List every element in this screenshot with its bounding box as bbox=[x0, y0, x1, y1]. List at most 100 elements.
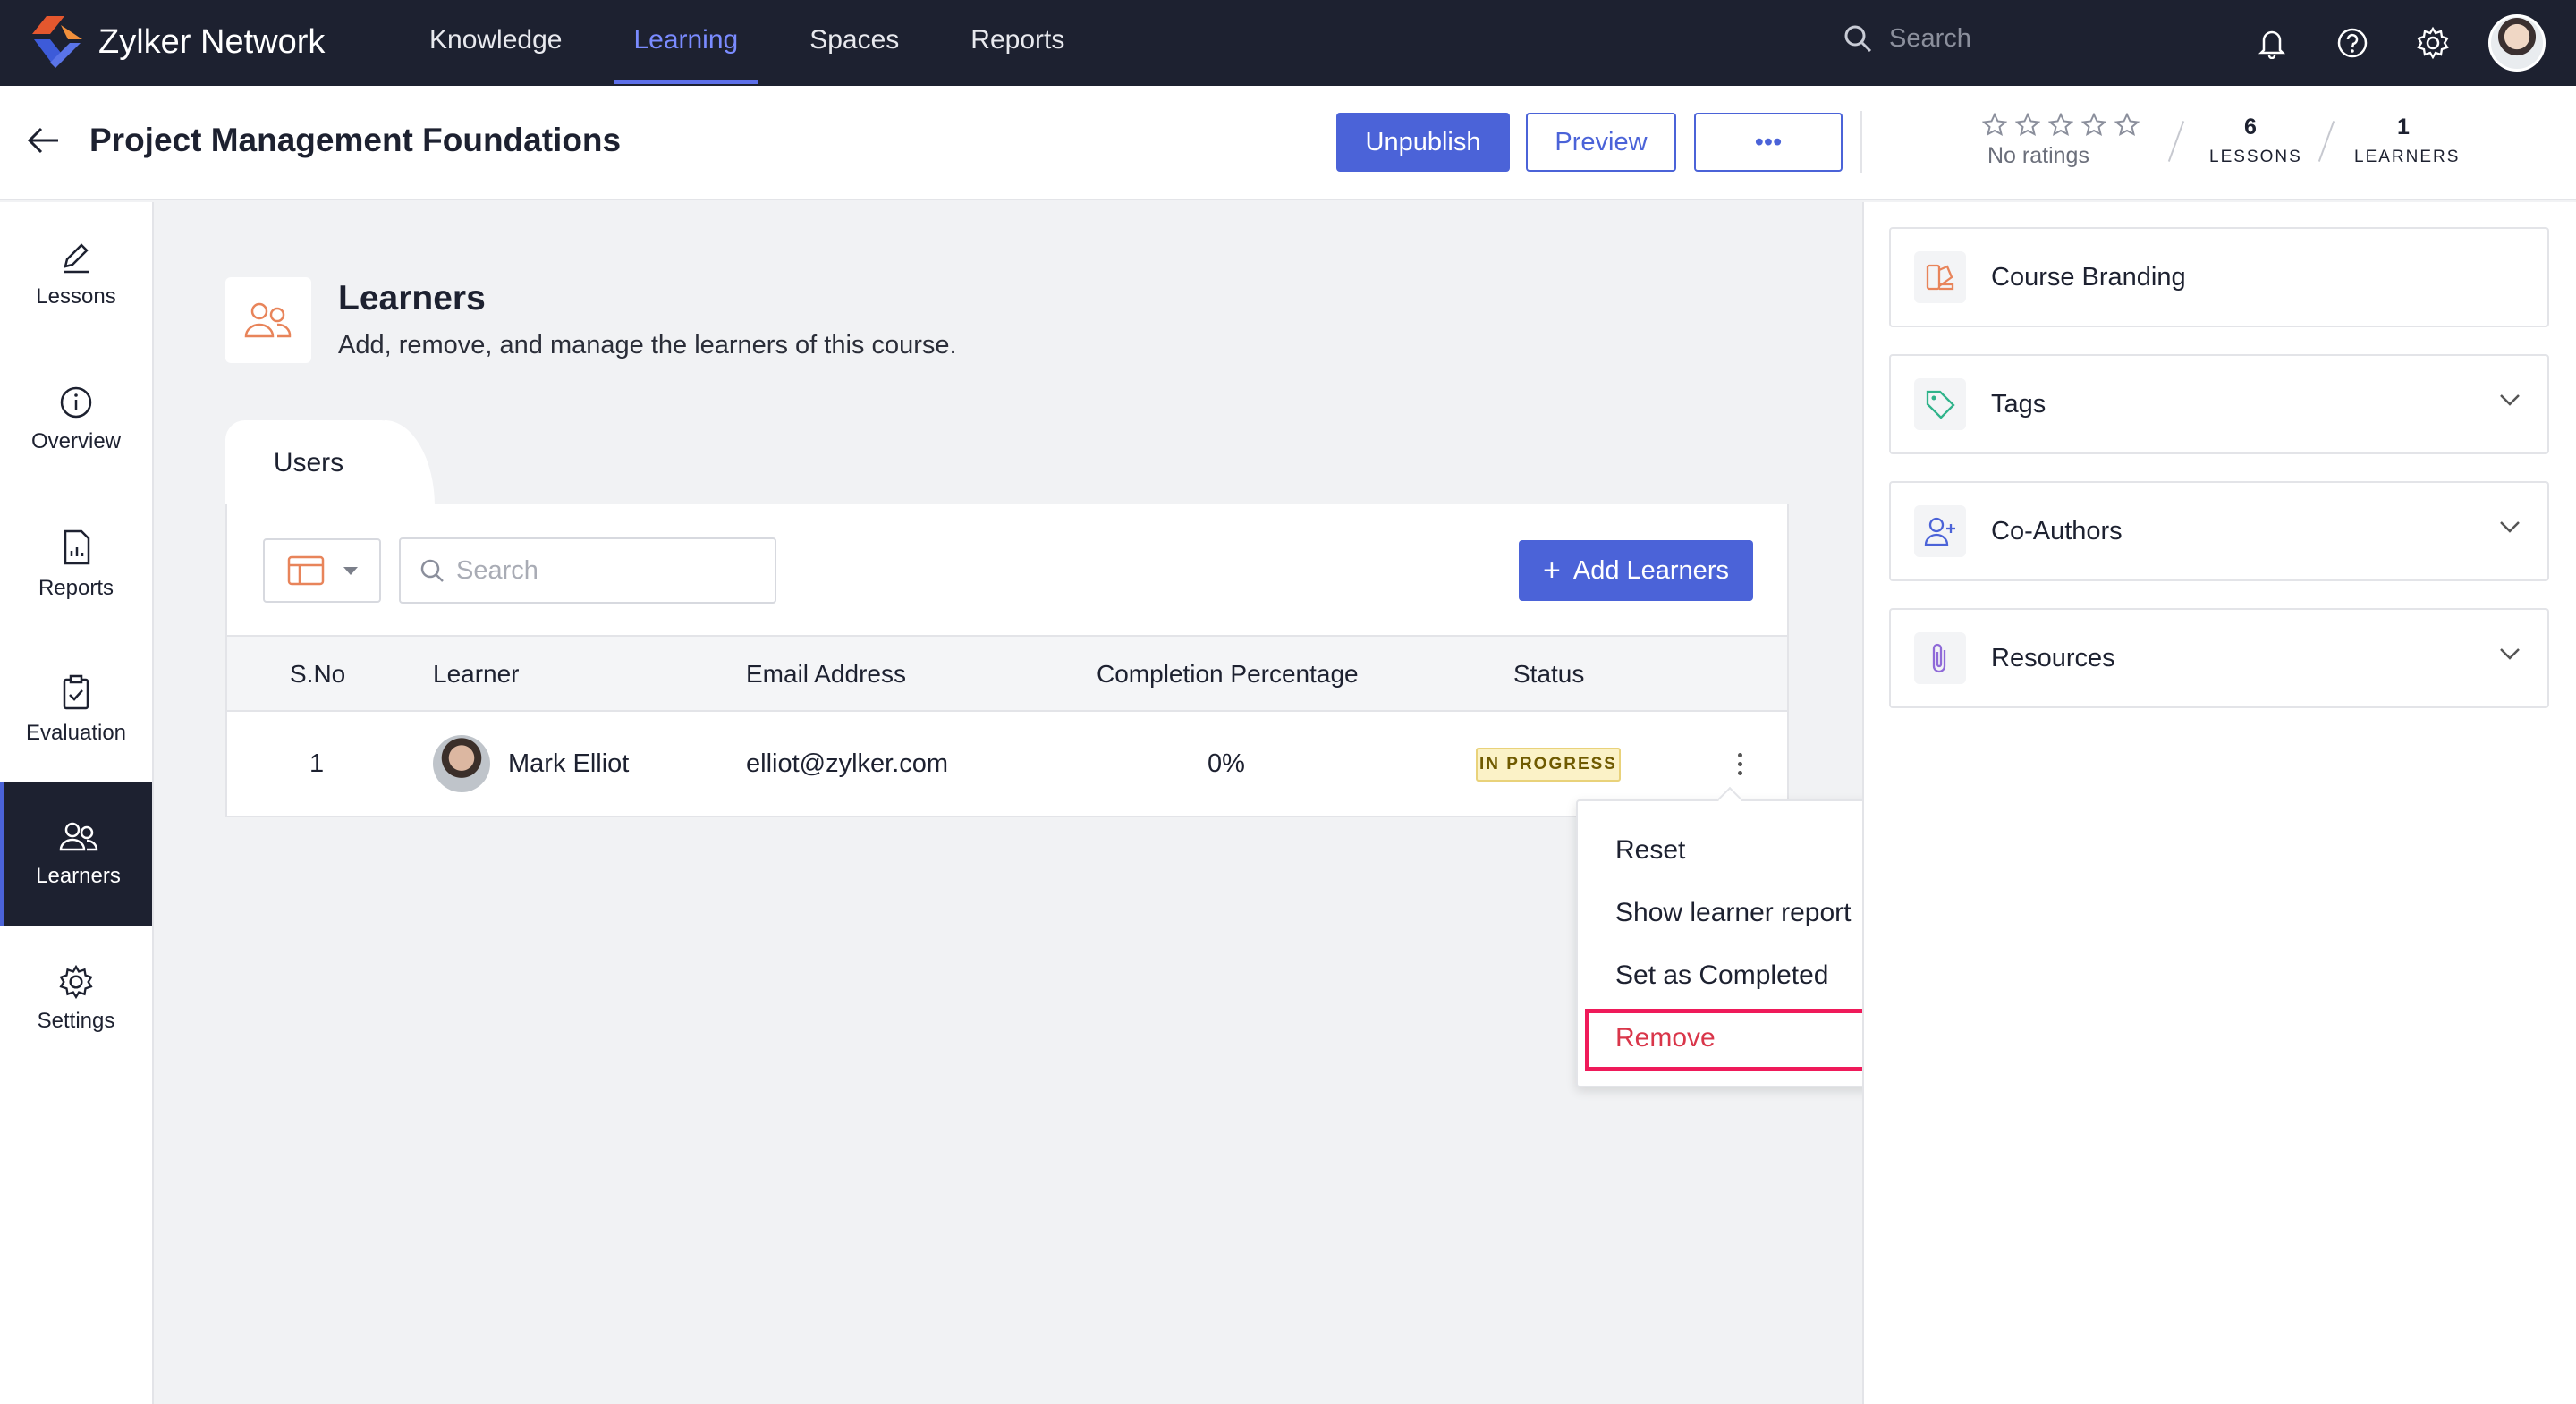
row-context-menu: Reset Show learner report Set as Complet… bbox=[1576, 799, 1885, 1087]
add-user-icon bbox=[1914, 505, 1966, 557]
section-title: Learners bbox=[338, 279, 486, 317]
clipboard-check-icon bbox=[63, 674, 89, 710]
header-divider bbox=[1860, 111, 1862, 173]
add-learners-button[interactable]: + Add Learners bbox=[1519, 540, 1753, 601]
sidebar-item-label: Lessons bbox=[36, 284, 116, 309]
help-icon[interactable] bbox=[2333, 23, 2372, 63]
star-icon bbox=[2114, 113, 2140, 136]
branding-icon bbox=[1914, 251, 1966, 303]
section-description: Add, remove, and manage the learners of … bbox=[338, 331, 957, 359]
search-icon bbox=[1844, 25, 1872, 53]
info-icon bbox=[60, 386, 92, 419]
sidebar-item-overview[interactable]: Overview bbox=[0, 347, 152, 492]
card-label: Course Branding bbox=[1991, 262, 2186, 292]
cell-completion: 0% bbox=[1208, 749, 1245, 778]
settings-gear-icon bbox=[59, 964, 93, 1000]
column-header: Completion Percentage bbox=[1097, 660, 1359, 688]
chevron-down-icon[interactable] bbox=[2497, 392, 2522, 408]
star-icon bbox=[2081, 113, 2106, 136]
table-view-icon bbox=[287, 555, 325, 586]
remove-highlight-box bbox=[1585, 1009, 1869, 1071]
back-arrow-icon[interactable] bbox=[25, 125, 61, 160]
global-search[interactable]: Search bbox=[1843, 23, 1971, 54]
status-badge: IN PROGRESS bbox=[1476, 748, 1621, 782]
tag-icon bbox=[1914, 378, 1966, 430]
user-avatar[interactable] bbox=[2488, 14, 2546, 72]
global-search-placeholder: Search bbox=[1889, 23, 1971, 53]
report-document-icon bbox=[64, 529, 90, 565]
sidebar-item-lessons[interactable]: Lessons bbox=[0, 202, 152, 347]
stat-divider bbox=[2167, 121, 2185, 162]
column-header: Learner bbox=[433, 660, 520, 688]
table-row[interactable]: 1 Mark Elliot elliot@zylker.com 0% IN PR… bbox=[227, 712, 1787, 816]
learner-search-input[interactable]: Search bbox=[399, 537, 776, 604]
sidebar-item-label: Settings bbox=[37, 1009, 115, 1033]
chevron-down-icon[interactable] bbox=[2497, 646, 2522, 662]
sidebar-item-learners[interactable]: Learners bbox=[0, 782, 152, 926]
column-header: S.No bbox=[290, 660, 346, 688]
unpublish-button[interactable]: Unpublish bbox=[1336, 113, 1510, 172]
add-learners-label: Add Learners bbox=[1572, 555, 1729, 585]
preview-button[interactable]: Preview bbox=[1526, 113, 1676, 172]
chevron-down-icon[interactable] bbox=[2497, 519, 2522, 535]
card-label: Resources bbox=[1991, 643, 2115, 672]
sidebar-item-label: Overview bbox=[30, 429, 122, 453]
row-actions-kebab-icon[interactable] bbox=[1724, 746, 1755, 782]
learners-label: LEARNERS bbox=[2354, 148, 2461, 166]
tab-users[interactable]: Users bbox=[225, 420, 401, 506]
zylker-logo-icon bbox=[32, 16, 82, 68]
users-icon bbox=[244, 302, 292, 338]
learners-section-icon bbox=[225, 277, 311, 363]
nav-learning[interactable]: Learning bbox=[606, 0, 765, 86]
rating-stars bbox=[1982, 113, 2140, 136]
sidebar-item-reports[interactable]: Reports bbox=[0, 492, 152, 637]
sidebar-item-settings[interactable]: Settings bbox=[0, 926, 152, 1071]
lessons-count: 6 bbox=[2244, 114, 2257, 140]
learners-stat: 1 LEARNERS bbox=[2354, 114, 2461, 167]
users-icon bbox=[59, 822, 97, 851]
brand[interactable]: Zylker Network bbox=[29, 13, 325, 72]
menu-item-set-as-completed[interactable]: Set as Completed bbox=[1615, 960, 1828, 991]
column-header: Email Address bbox=[746, 660, 906, 688]
brand-name: Zylker Network bbox=[98, 22, 326, 61]
notifications-bell-icon[interactable] bbox=[2252, 23, 2292, 63]
settings-gear-icon[interactable] bbox=[2413, 23, 2453, 63]
card-tags[interactable]: Tags bbox=[1889, 354, 2549, 454]
top-navigation-bar: Zylker Network Knowledge Learning Spaces… bbox=[0, 0, 2576, 86]
card-course-branding[interactable]: Course Branding bbox=[1889, 227, 2549, 327]
more-options-button[interactable]: ••• bbox=[1694, 113, 1843, 172]
chevron-down-icon bbox=[343, 566, 358, 575]
lessons-stat: 6 LESSONS bbox=[2209, 114, 2302, 167]
plus-icon: + bbox=[1543, 553, 1561, 588]
stat-divider bbox=[2318, 121, 2335, 162]
card-label: Tags bbox=[1991, 389, 2046, 419]
paperclip-icon bbox=[1914, 632, 1966, 684]
card-resources[interactable]: Resources bbox=[1889, 608, 2549, 708]
star-icon bbox=[1982, 113, 2007, 136]
search-icon bbox=[420, 559, 444, 582]
sidebar-item-label: Evaluation bbox=[25, 721, 127, 745]
learners-count: 1 bbox=[2397, 114, 2410, 140]
main-nav: Knowledge Learning Spaces Reports bbox=[402, 0, 1109, 86]
search-placeholder: Search bbox=[456, 555, 538, 585]
card-co-authors[interactable]: Co-Authors bbox=[1889, 481, 2549, 581]
nav-knowledge[interactable]: Knowledge bbox=[402, 0, 589, 86]
sidebar-item-evaluation[interactable]: Evaluation bbox=[0, 637, 152, 782]
menu-item-reset[interactable]: Reset bbox=[1615, 835, 1685, 866]
table-header: S.No Learner Email Address Completion Pe… bbox=[227, 635, 1787, 712]
cell-sno: 1 bbox=[309, 749, 325, 778]
course-sidebar: Lessons Overview Reports Evaluation Lear… bbox=[0, 202, 154, 1404]
view-switcher[interactable] bbox=[263, 538, 381, 603]
sidebar-item-label: Reports bbox=[38, 576, 114, 600]
sidebar-item-label: Learners bbox=[36, 864, 121, 888]
star-icon bbox=[2048, 113, 2073, 136]
cell-learner[interactable]: Mark Elliot bbox=[508, 749, 629, 779]
lessons-label: LESSONS bbox=[2209, 148, 2302, 166]
nav-spaces[interactable]: Spaces bbox=[783, 0, 926, 86]
page-title: Project Management Foundations bbox=[89, 122, 622, 158]
nav-reports[interactable]: Reports bbox=[944, 0, 1091, 86]
cell-email: elliot@zylker.com bbox=[746, 749, 949, 778]
pencil-icon bbox=[64, 243, 89, 274]
menu-item-show-learner-report[interactable]: Show learner report bbox=[1615, 898, 1851, 928]
column-header: Status bbox=[1513, 660, 1585, 688]
